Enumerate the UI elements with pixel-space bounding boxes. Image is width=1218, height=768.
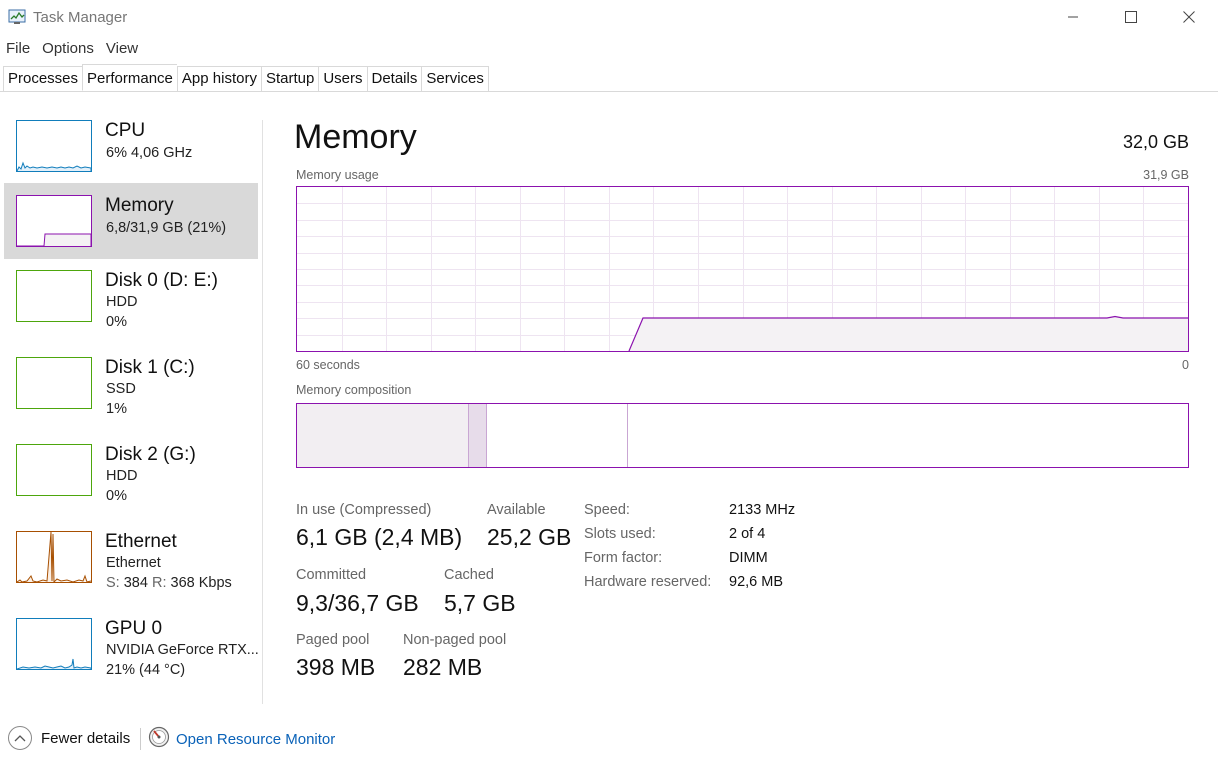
slots-used-value: 2 of 4 [729,526,766,542]
sidebar-detail-ethernet-throughput: S: 384 R: 368 Kbps [106,575,232,591]
memory-composition-bar [296,403,1189,468]
chevron-up-icon [8,726,32,750]
gpu-0-thumbnail-graph [16,618,92,670]
sidebar-label-disk-1: Disk 1 (C:) [105,357,195,378]
sidebar-detail-disk-2-type: HDD [106,468,138,484]
sidebar-label-ethernet: Ethernet [105,531,177,552]
memory-usage-plot [297,187,1188,351]
footer-separator [140,728,141,750]
receive-label: R: [151,575,167,591]
memory-usage-max: 31,9 GB [1143,168,1189,182]
sidebar-item-gpu-0[interactable]: GPU 0 NVIDIA GeForce RTX... 21% (44 °C) [4,606,259,682]
title-bar: Task Manager [0,0,1218,36]
sidebar-item-ethernet[interactable]: Ethernet Ethernet S: 384 R: 368 Kbps [4,519,258,595]
hardware-reserved-label: Hardware reserved: [584,574,712,590]
page-title: Memory [294,118,417,156]
disk-2-thumbnail-graph [16,444,92,496]
committed-label: Committed [296,567,367,583]
cached-label: Cached [444,567,494,583]
sidebar-detail-disk-1-type: SSD [106,381,136,397]
disk-0-thumbnail-graph [16,270,92,322]
tab-startup[interactable]: Startup [260,66,319,92]
speed-label: Speed: [584,502,630,518]
fewer-details-button[interactable]: Fewer details [8,726,130,750]
menu-file[interactable]: File [0,38,36,60]
ethernet-thumbnail-graph [16,531,92,583]
receive-value: 368 Kbps [170,575,232,591]
fewer-details-label: Fewer details [41,729,131,747]
non-paged-pool-value: 282 MB [403,654,483,680]
sidebar-item-disk-2[interactable]: Disk 2 (G:) HDD 0% [4,432,258,508]
sidebar-label-cpu: CPU [105,120,146,141]
sidebar-detail-disk-2-usage: 0% [106,488,127,504]
composition-in-use [297,404,468,467]
tab-divider [0,91,1218,92]
sidebar-item-cpu[interactable]: CPU 6% 4,06 GHz [4,108,258,184]
composition-modified [469,404,486,467]
cached-value: 5,7 GB [444,590,516,616]
maximize-button[interactable] [1102,0,1160,34]
sidebar-detail-ethernet-adapter: Ethernet [106,555,161,571]
in-use-label: In use (Compressed) [296,502,432,518]
time-axis-end: 0 [1182,358,1189,372]
sidebar-detail-gpu-0-usage: 21% (44 °C) [106,662,186,678]
sidebar-detail-disk-0-usage: 0% [106,314,127,330]
speed-value: 2133 MHz [729,502,796,518]
minimize-button[interactable] [1044,0,1102,34]
sidebar-item-disk-0[interactable]: Disk 0 (D: E:) HDD 0% [4,258,258,334]
send-value: 384 [123,575,148,591]
tab-details[interactable]: Details [366,66,422,92]
in-use-value: 6,1 GB (2,4 MB) [296,524,463,550]
tab-performance[interactable]: Performance [82,64,177,91]
sidebar-item-memory[interactable]: Memory 6,8/31,9 GB (21%) [4,183,258,259]
tab-users[interactable]: Users [318,66,367,92]
tab-bar: Processes Performance App history Startu… [3,64,489,92]
form-factor-label: Form factor: [584,550,663,566]
menu-view[interactable]: View [100,38,144,60]
slots-used-label: Slots used: [584,526,656,542]
memory-usage-label: Memory usage [296,168,379,182]
memory-usage-graph [296,186,1189,352]
memory-usage-area [629,316,1188,351]
window-title: Task Manager [33,9,128,26]
sidebar-label-gpu-0: GPU 0 [105,618,163,639]
available-label: Available [487,502,546,518]
sidebar-label-disk-2: Disk 2 (G:) [105,444,196,465]
resource-monitor-icon [148,726,170,753]
memory-composition-label: Memory composition [296,383,412,397]
sidebar-divider [262,120,263,704]
committed-value: 9,3/36,7 GB [296,590,419,616]
time-axis-start: 60 seconds [296,358,360,372]
footer: Fewer details Open Resource Monitor [0,722,1218,762]
hardware-reserved-value: 92,6 MB [729,574,783,590]
paged-pool-label: Paged pool [296,632,370,648]
sidebar-label-memory: Memory [105,195,174,216]
close-button[interactable] [1160,0,1218,34]
send-label: S: [106,575,120,591]
sidebar-detail-memory: 6,8/31,9 GB (21%) [106,220,227,236]
form-factor-value: DIMM [729,550,768,566]
menu-options[interactable]: Options [36,38,100,60]
tab-services[interactable]: Services [421,66,489,92]
sidebar-detail-gpu-0-model: NVIDIA GeForce RTX... [106,642,259,658]
tab-app-history[interactable]: App history [176,66,261,92]
sidebar-detail-cpu: 6% 4,06 GHz [106,145,193,161]
sidebar-label-disk-0: Disk 0 (D: E:) [105,270,218,291]
sidebar-detail-disk-1-usage: 1% [106,401,127,417]
total-memory: 32,0 GB [1122,132,1189,152]
task-manager-icon [8,8,28,26]
open-resource-monitor-link[interactable]: Open Resource Monitor [148,726,335,753]
menu-bar: File Options View [0,38,144,60]
non-paged-pool-label: Non-paged pool [403,632,507,648]
available-value: 25,2 GB [487,524,572,550]
cpu-thumbnail-graph [16,120,92,172]
sidebar-item-disk-1[interactable]: Disk 1 (C:) SSD 1% [4,345,258,421]
tab-processes[interactable]: Processes [3,66,83,92]
sidebar-detail-disk-0-type: HDD [106,294,138,310]
paged-pool-value: 398 MB [296,654,376,680]
memory-thumbnail-graph [16,195,92,247]
open-resource-monitor-label: Open Resource Monitor [176,731,336,748]
disk-1-thumbnail-graph [16,357,92,409]
